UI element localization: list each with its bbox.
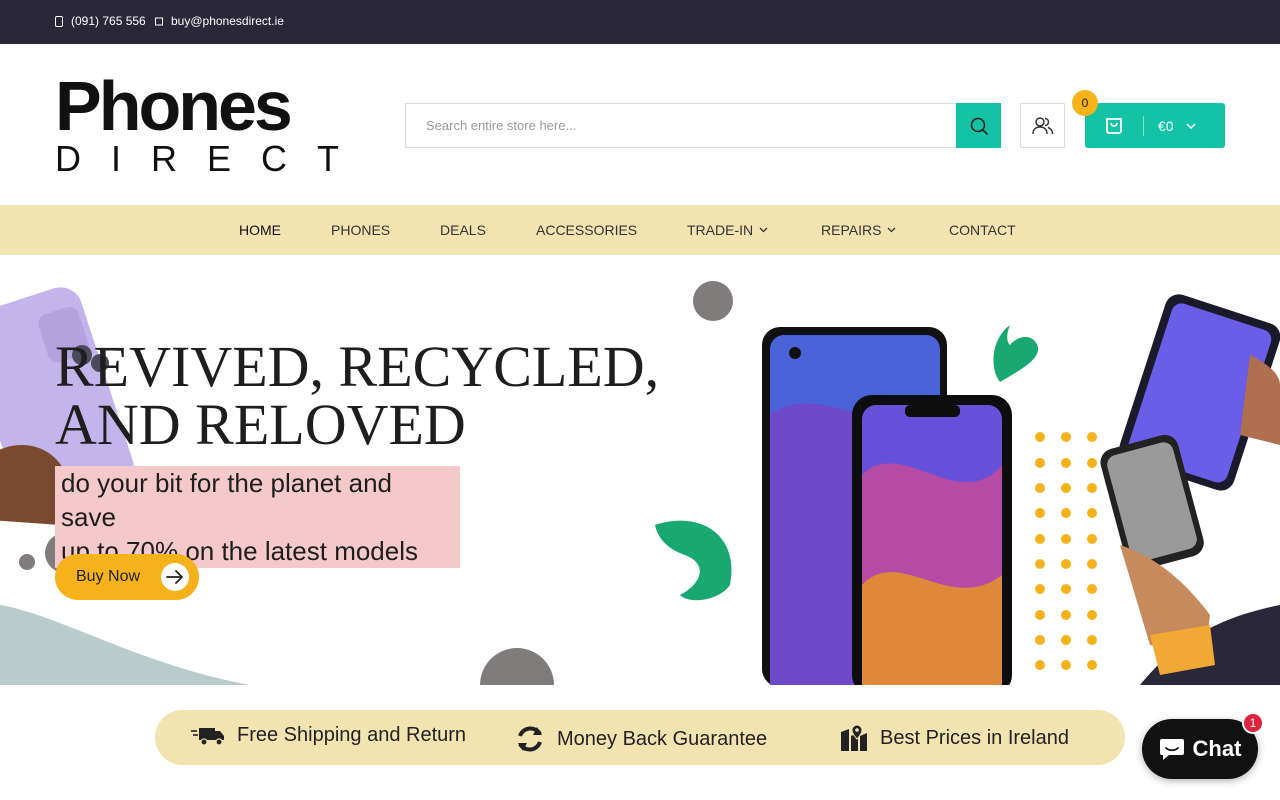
nav-item-contact[interactable]: CONTACT bbox=[949, 222, 1016, 238]
nav-item-deals[interactable]: DEALS bbox=[440, 222, 486, 238]
nav-item-home[interactable]: HOME bbox=[239, 222, 281, 238]
hero-title: REVIVED, RECYCLED, AND RELOVED bbox=[55, 338, 659, 454]
chat-button[interactable]: Chat bbox=[1142, 719, 1258, 779]
nav-label: PHONES bbox=[331, 222, 391, 238]
topbar-email-text: buy@phonesdirect.ie bbox=[171, 14, 284, 28]
nav-label: DEALS bbox=[440, 222, 486, 238]
nav-label: ACCESSORIES bbox=[536, 222, 638, 238]
cart-total: €0 bbox=[1158, 117, 1174, 134]
hero-title-line2: AND RELOVED bbox=[55, 392, 466, 457]
chat-label: Chat bbox=[1192, 736, 1242, 761]
nav-item-repairs[interactable]: REPAIRS bbox=[821, 222, 896, 238]
map-pin-icon bbox=[841, 724, 867, 751]
chevron-down-icon bbox=[1186, 122, 1196, 129]
decor-dot bbox=[693, 281, 733, 321]
topbar-email[interactable]: buy@phonesdirect.ie bbox=[155, 14, 284, 28]
feature-money-back: Money Back Guarantee bbox=[515, 724, 767, 754]
feature-best-prices: Best Prices in Ireland bbox=[840, 724, 1069, 752]
feature-free-shipping: Free Shipping and Return bbox=[191, 724, 466, 747]
main-nav: HOME PHONES DEALS ACCESSORIES TRADE-IN R… bbox=[0, 205, 1280, 255]
cart-count-badge: 0 bbox=[1072, 90, 1098, 116]
feature-label: Free Shipping and Return bbox=[237, 724, 467, 746]
search-button[interactable] bbox=[956, 103, 1001, 148]
site-header: Phones DIRECT €0 0 bbox=[0, 44, 1280, 205]
search-bar bbox=[405, 103, 1001, 148]
envelope-icon bbox=[155, 17, 163, 25]
search-icon bbox=[970, 117, 988, 135]
buy-now-button[interactable]: Buy Now bbox=[55, 554, 199, 600]
refresh-icon bbox=[518, 726, 542, 752]
nav-item-trade-in[interactable]: TRADE-IN bbox=[687, 222, 768, 238]
nav-label: CONTACT bbox=[949, 222, 1016, 238]
topbar-phone[interactable]: (091) 765 556 bbox=[55, 14, 146, 28]
feature-label: Best Prices in Ireland bbox=[880, 726, 1069, 749]
decor-dot bbox=[19, 554, 35, 570]
nav-item-accessories[interactable]: ACCESSORIES bbox=[536, 222, 637, 238]
logo-text-top: Phones bbox=[55, 67, 293, 145]
chevron-down-icon bbox=[887, 227, 896, 233]
hero-title-line1: REVIVED, RECYCLED, bbox=[55, 334, 660, 399]
cart-separator bbox=[1143, 115, 1144, 136]
logo-text-bottom: DIRECT bbox=[55, 138, 369, 179]
phone-icon bbox=[55, 15, 63, 27]
green-leaf bbox=[993, 325, 1039, 382]
decor-dot bbox=[480, 648, 554, 685]
account-button[interactable] bbox=[1020, 103, 1065, 148]
chat-notification-badge: 1 bbox=[1242, 712, 1264, 734]
buy-now-label: Buy Now bbox=[76, 568, 141, 585]
shopping-bag-icon bbox=[1106, 117, 1122, 134]
search-input[interactable] bbox=[406, 104, 956, 147]
green-leaf bbox=[655, 520, 732, 601]
arrow-right-icon bbox=[161, 563, 189, 591]
user-icon bbox=[1031, 116, 1053, 134]
features-strip: Free Shipping and Return Money Back Guar… bbox=[155, 710, 1125, 765]
hero-subtitle: do your bit for the planet and save up t… bbox=[55, 466, 460, 568]
hero-wave-left bbox=[0, 605, 250, 685]
feature-label: Money Back Guarantee bbox=[557, 727, 768, 750]
yellow-dot-grid bbox=[1035, 432, 1097, 670]
hero-subtitle-line1: do your bit for the planet and save bbox=[61, 468, 393, 532]
nav-label: TRADE-IN bbox=[687, 222, 754, 238]
iphone-x-image bbox=[852, 395, 1012, 685]
nav-label: HOME bbox=[239, 222, 281, 238]
site-logo[interactable]: Phones DIRECT bbox=[55, 67, 339, 179]
hero-banner[interactable]: REVIVED, RECYCLED, AND RELOVED do your b… bbox=[0, 255, 1280, 685]
topbar-phone-text: (091) 765 556 bbox=[71, 14, 146, 28]
truck-icon bbox=[191, 727, 224, 746]
chevron-down-icon bbox=[759, 227, 768, 233]
nav-item-phones[interactable]: PHONES bbox=[331, 222, 390, 238]
nav-label: REPAIRS bbox=[821, 222, 882, 238]
cart-button[interactable]: €0 bbox=[1085, 103, 1225, 148]
chat-bubble-icon bbox=[1159, 739, 1184, 760]
top-bar: (091) 765 556 buy@phonesdirect.ie bbox=[0, 0, 1280, 44]
